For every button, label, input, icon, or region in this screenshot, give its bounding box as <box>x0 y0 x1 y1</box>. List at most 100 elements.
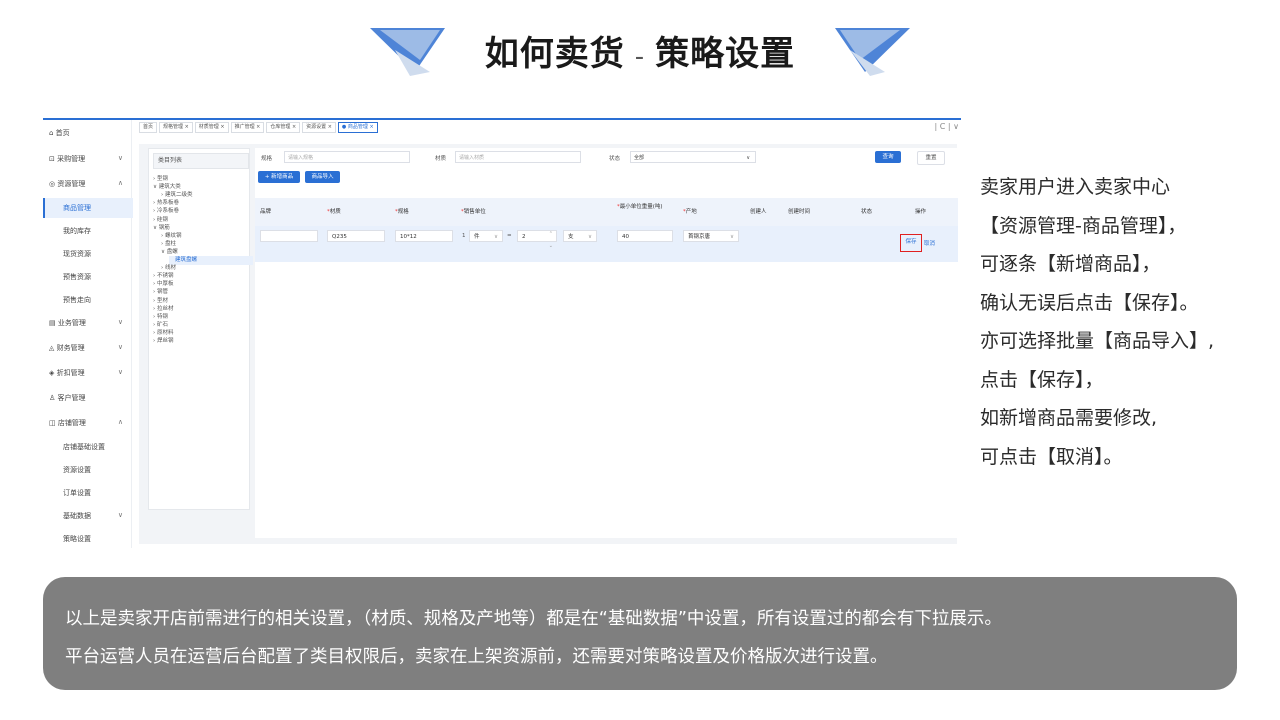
explain-line: 如新增商品需要修改, <box>980 407 1158 429</box>
sidebar-item-shop-basic[interactable]: 店铺基础设置 <box>63 440 105 454</box>
chevron-down-icon: ∨ <box>587 234 592 240</box>
table-row: Q235 10*12 1 件 ∨ = 2 ⌃ ⌄ 支 ∨ 40 首钢京唐 ∨ 保存 取消 <box>255 226 958 262</box>
col-created-time: 创建时间 <box>788 209 811 215</box>
refresh-icon[interactable]: | C | ∨ <box>935 122 959 131</box>
col-material: *材质 <box>327 209 341 215</box>
query-button[interactable]: 查询 <box>875 151 901 163</box>
cancel-button[interactable]: 取消 <box>924 239 935 247</box>
sidebar-item-discount[interactable]: ◈ 折扣管理 <box>49 366 85 380</box>
col-brand: 品牌 <box>260 209 272 215</box>
sidebar-item-order-settings[interactable]: 订单设置 <box>63 486 91 500</box>
tab-home[interactable]: 首页 <box>139 122 158 133</box>
unit-count-stepper[interactable]: 2 ⌃ ⌄ <box>517 230 557 249</box>
table-header: 品牌 *材质 *规格 *销售单位 *最小单位重量(吨) *产地 创建人 创建时间… <box>255 198 958 226</box>
origin-select[interactable]: 首钢京唐 ∨ <box>683 230 739 242</box>
title-left: 如何卖货 <box>484 34 625 74</box>
note-line: 以上是卖家开店前需进行的相关设置，（材质、规格及产地等）都是在“基础数据”中设置… <box>65 609 1002 629</box>
chevron-down-icon: ∨ <box>117 318 123 326</box>
chevron-down-icon: ∨ <box>746 155 750 161</box>
sidebar-item-business[interactable]: ▤ 业务管理 <box>49 316 86 330</box>
unit-equals: = <box>507 233 512 239</box>
col-spec: *规格 <box>395 209 409 215</box>
import-goods-button[interactable]: 商品导入 <box>305 171 340 183</box>
material-field[interactable]: Q235 <box>327 230 385 242</box>
cart-icon: ⊡ <box>49 155 58 163</box>
chevron-up-icon: ∧ <box>117 418 123 426</box>
home-icon: ⌂ <box>49 129 56 137</box>
app-screenshot: ⌂ 首页 ⊡ 采购管理 ∨ ◎ 资源管理 ∧ 商品管理 我的库存 现货资源 预售… <box>43 118 961 548</box>
material-label: 材质 <box>435 156 447 162</box>
col-operation: 操作 <box>915 209 927 215</box>
chevron-up-icon: ∧ <box>117 179 123 187</box>
finance-icon: ◬ <box>49 344 57 352</box>
explain-line: 【资源管理-商品管理】， <box>980 214 1187 237</box>
sidebar-item-base-data[interactable]: 基础数据 <box>63 509 91 523</box>
material-input[interactable]: 请输入材质 <box>455 151 581 163</box>
add-goods-button[interactable]: + 新增商品 <box>258 171 300 183</box>
sidebar-item-strategy[interactable]: 策略设置 <box>63 532 91 546</box>
tab-promo[interactable]: 推广管理 × <box>230 122 265 133</box>
explain-line: 可逐条【新增商品】， <box>980 253 1161 275</box>
sidebar-item-resource-settings[interactable]: 资源设置 <box>63 463 91 477</box>
spec-input[interactable]: 请输入规格 <box>284 151 410 163</box>
unit-qty: 1 <box>462 233 466 239</box>
chevron-down-icon: ∨ <box>729 234 734 240</box>
category-panel: 类目列表 › 型钢 ∨ 建筑大类 › 建筑二级类 › 热系板卷 › 冷系板卷 › 硅钢 ∨ … <box>148 148 253 510</box>
sidebar-item-spot[interactable]: 现货资源 <box>63 247 91 261</box>
discount-icon: ◈ <box>49 369 57 377</box>
explain-line: 亦可选择批量【商品导入】, <box>980 330 1215 352</box>
note-line: 平台运营人员在运营后台配置了类目权限后，卖家在上架资源前，还需要对策略设置及价格… <box>65 647 888 667</box>
chevron-down-icon: ∨ <box>117 154 123 162</box>
category-header: 类目列表 <box>153 153 249 169</box>
sidebar-item-presale-trend[interactable]: 预售走向 <box>63 293 91 307</box>
slide-title: 如何卖货 - 策略设置 <box>0 26 1280 75</box>
unit-name-select[interactable]: 件 ∨ <box>469 230 503 242</box>
sidebar-item-customer[interactable]: ♙ 客户管理 <box>49 391 86 405</box>
col-status: 状态 <box>861 209 873 215</box>
tab-bar: 首页 规格管理 × 材质管理 × 推广管理 × 仓库管理 × 资源设置 × ● 商品管理 × <box>139 122 380 134</box>
explain-line: 可点击【取消】。 <box>980 445 1123 468</box>
min-weight-field[interactable]: 40 <box>617 230 673 242</box>
save-button[interactable]: 保存 <box>900 234 922 252</box>
stepper-arrows-icon[interactable]: ⌃ ⌄ <box>549 228 553 252</box>
sidebar-item-goods[interactable]: 商品管理 <box>63 201 91 215</box>
customer-icon: ♙ <box>49 394 58 402</box>
goods-main-panel: 规格 请输入规格 材质 请输入材质 状态 全部 ∨ 查询 重置 + 新增商品 商品… <box>255 148 958 538</box>
reset-button[interactable]: 重置 <box>917 151 945 165</box>
col-unit: *销售单位 <box>461 209 486 215</box>
spec-field[interactable]: 10*12 <box>395 230 453 242</box>
sidebar-item-purchase[interactable]: ⊡ 采购管理 <box>49 152 85 166</box>
sidebar-item-shop[interactable]: ◫ 店铺管理 <box>49 416 86 430</box>
chevron-down-icon: ∨ <box>117 343 123 351</box>
chevron-down-icon: ∨ <box>117 368 123 376</box>
sidebar-item-stock[interactable]: 我的库存 <box>63 224 91 238</box>
brand-field[interactable] <box>260 230 318 242</box>
category-item[interactable]: 建筑盘螺 <box>169 256 253 265</box>
sidebar-item-resource[interactable]: ◎ 资源管理 <box>49 177 85 191</box>
unit-sub-select[interactable]: 支 ∨ <box>563 230 597 242</box>
tab-spec[interactable]: 规格管理 × <box>159 122 193 133</box>
sidebar-item-presale[interactable]: 预售资源 <box>63 270 91 284</box>
explain-line: 卖家用户进入卖家中心 <box>980 176 1171 198</box>
status-select[interactable]: 全部 ∨ <box>630 151 756 163</box>
explanation-text: 卖家用户进入卖家中心 【资源管理-商品管理】， 可逐条【新增商品】， 确认无误后… <box>980 168 1270 476</box>
chevron-down-icon: ∨ <box>493 234 498 240</box>
explain-line: 确认无误后点击【保存】。 <box>980 291 1199 314</box>
title-right: 策略设置 <box>655 34 796 74</box>
col-creator: 创建人 <box>750 209 767 215</box>
tab-warehouse[interactable]: 仓库管理 × <box>266 122 301 133</box>
col-origin: *产地 <box>683 209 697 215</box>
category-item[interactable]: › 焊丝钢 <box>153 337 173 346</box>
tab-goods[interactable]: ● 商品管理 × <box>337 122 378 133</box>
sidebar-item-home[interactable]: ⌂ 首页 <box>49 126 70 140</box>
tab-resource[interactable]: 资源设置 × <box>302 122 336 133</box>
status-label: 状态 <box>609 156 621 162</box>
spec-label: 规格 <box>261 156 273 162</box>
sidebar-item-finance[interactable]: ◬ 财务管理 <box>49 341 85 355</box>
title-dash: - <box>634 42 646 72</box>
business-icon: ▤ <box>49 319 58 327</box>
chevron-down-icon: ∨ <box>117 511 123 519</box>
tab-material[interactable]: 材质管理 × <box>194 122 229 133</box>
explain-line: 点击【保存】， <box>980 368 1104 391</box>
shop-icon: ◫ <box>49 419 58 427</box>
